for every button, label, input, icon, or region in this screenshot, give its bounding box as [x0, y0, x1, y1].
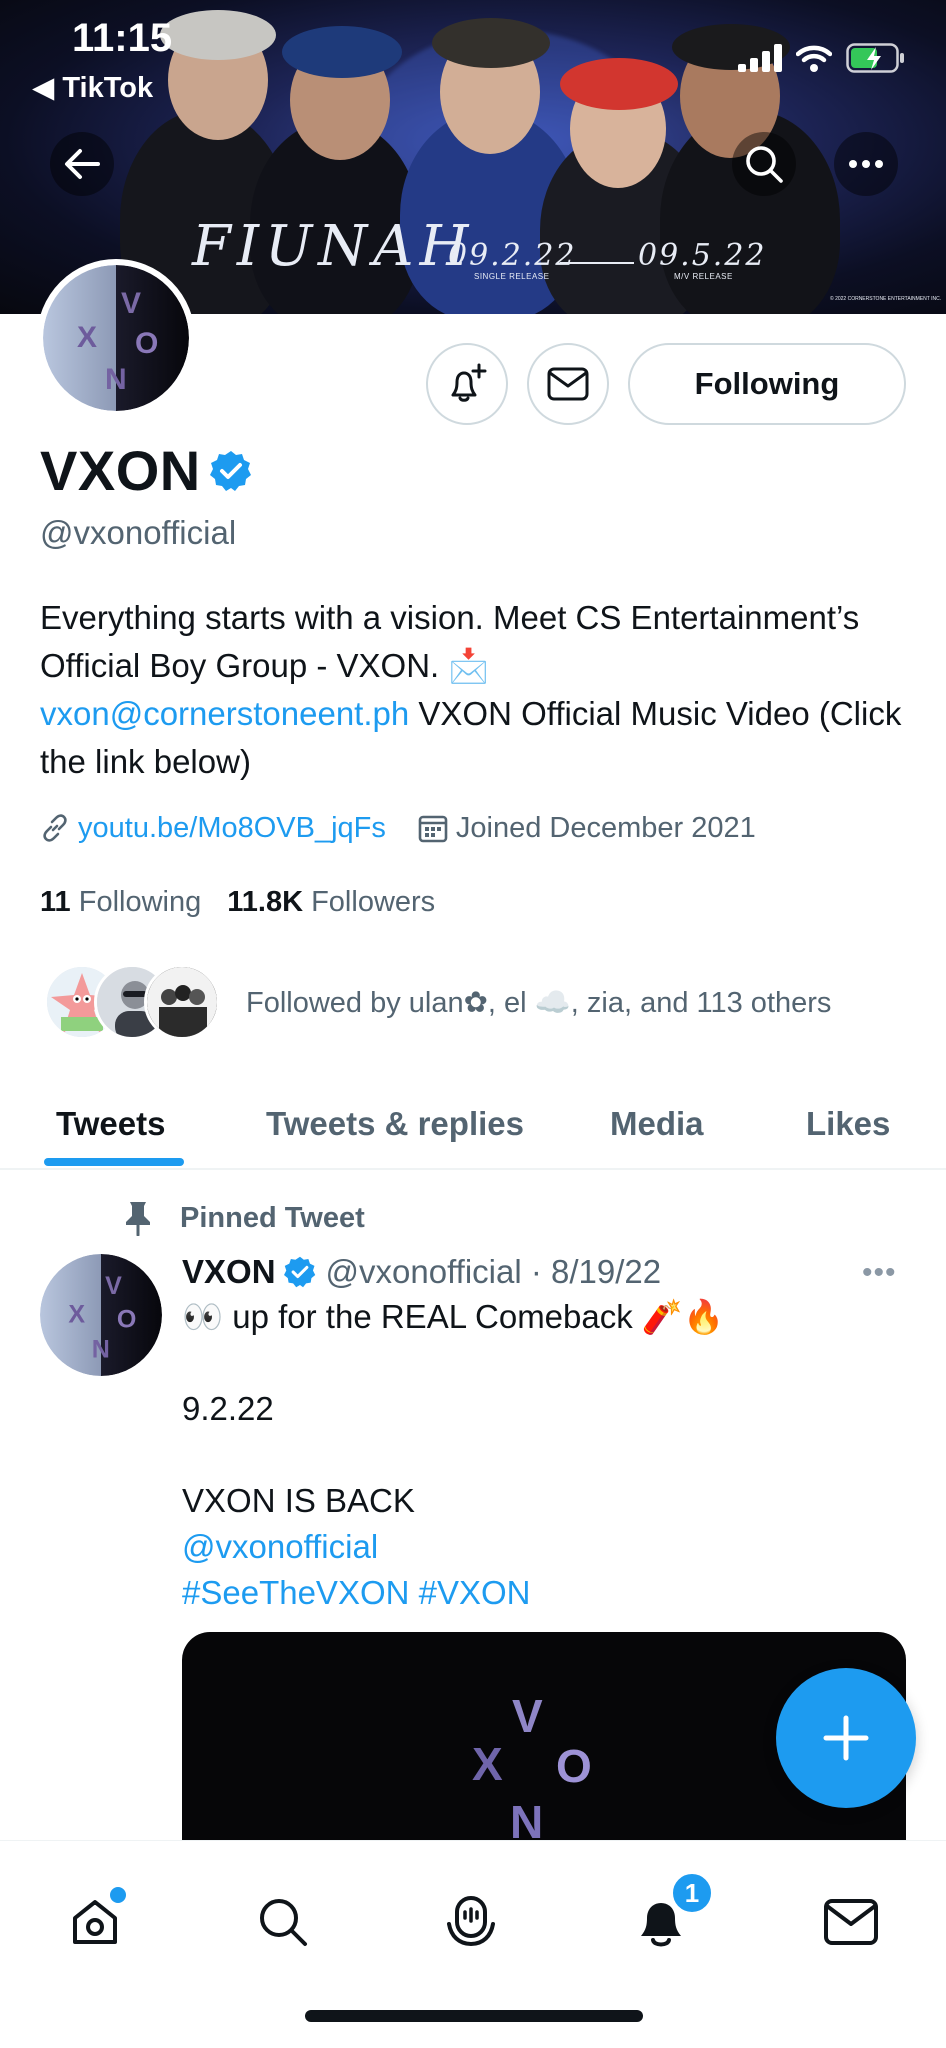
tweet-header: VXON @vxonofficial · 8/19/22	[182, 1250, 661, 1294]
profile-bio: Everything starts with a vision. Meet CS…	[40, 594, 920, 786]
tweet-hashtags[interactable]: #SeeTheVXON #VXON	[182, 1570, 912, 1616]
profile-avatar[interactable]: V X O N	[37, 259, 195, 417]
tab-media[interactable]: Media	[610, 1080, 704, 1168]
notifications-badge: 1	[670, 1871, 714, 1915]
spaces-microphone-icon	[447, 1896, 495, 1947]
back-button[interactable]	[50, 132, 114, 196]
status-icons	[738, 40, 906, 76]
vxon-logo-avatar: V X O N	[43, 265, 189, 411]
more-options-button[interactable]	[834, 132, 898, 196]
joined-date: Joined December 2021	[455, 811, 756, 844]
status-time: 11:15	[72, 16, 173, 60]
follow-counts: 11 Following 11.8K Followers	[40, 882, 435, 922]
nav-spaces[interactable]	[436, 1887, 506, 1957]
nav-home[interactable]	[60, 1887, 130, 1957]
nav-notifications[interactable]: 1	[626, 1871, 714, 1957]
profile-display-name: VXON	[40, 439, 201, 502]
banner-date-single: 09.2.22	[448, 238, 577, 273]
pinned-tweet-label: Pinned Tweet	[180, 1201, 365, 1234]
followed-by-row[interactable]: Followed by ulan✿, el ☁️, zia, and 113 o…	[44, 964, 831, 1040]
profile-tabs: Tweets Tweets & replies Media Likes	[0, 1080, 946, 1170]
search-icon	[260, 1899, 307, 1946]
svg-text:X: X	[68, 1301, 85, 1329]
tab-tweets[interactable]: Tweets	[56, 1080, 165, 1168]
following-count: 11	[40, 885, 71, 918]
group-photo-avatar	[147, 967, 217, 1037]
svg-text:N: N	[105, 363, 127, 396]
svg-text:O: O	[556, 1740, 592, 1792]
tweet-line	[182, 1432, 912, 1478]
tab-likes[interactable]: Likes	[806, 1080, 890, 1168]
tab-tweets-and-replies[interactable]: Tweets & replies	[266, 1080, 524, 1168]
pinned-tweet-label-row: Pinned Tweet	[122, 1198, 365, 1238]
compose-tweet-button[interactable]	[776, 1668, 916, 1808]
nav-messages[interactable]	[816, 1887, 886, 1957]
back-to-app-link[interactable]: ◀ TikTok	[32, 70, 153, 105]
banner-caption-mv: M/V RELEASE	[674, 272, 733, 281]
svg-text:X: X	[472, 1738, 503, 1790]
followers-label: Followers	[311, 885, 436, 918]
home-indicator	[305, 2010, 643, 2022]
svg-text:O: O	[135, 327, 158, 360]
banner-date-mv: 09.5.22	[638, 238, 767, 273]
more-horizontal-icon	[849, 160, 883, 168]
tweet-author-avatar[interactable]: V X O N	[40, 1254, 162, 1376]
banner-copyright: © 2022 CORNERSTONE ENTERTAINMENT INC.	[830, 296, 942, 302]
notifications-subscribe-button[interactable]	[426, 343, 508, 425]
tweet-more-button[interactable]: •••	[862, 1256, 897, 1290]
tweet-handle-date: @vxonofficial · 8/19/22	[325, 1253, 662, 1290]
svg-text:N: N	[510, 1796, 543, 1842]
svg-text:N: N	[92, 1336, 110, 1364]
following-label: Following	[78, 885, 202, 918]
following-button[interactable]: Following	[628, 343, 906, 425]
battery-charging-icon	[846, 43, 904, 73]
search-icon	[746, 146, 783, 183]
profile-website-link[interactable]: youtu.be/Mo8OVB_jqFs	[78, 812, 386, 845]
svg-text:V: V	[121, 287, 141, 320]
envelope-icon	[547, 367, 589, 401]
search-button[interactable]	[732, 132, 796, 196]
tweet-mention-link[interactable]: @vxonofficial	[182, 1524, 912, 1570]
svg-text:V: V	[105, 1272, 122, 1300]
home-unread-dot	[110, 1887, 126, 1903]
wifi-icon	[796, 45, 832, 72]
pin-icon	[126, 1202, 150, 1236]
envelope-icon	[824, 1899, 878, 1945]
arrow-left-icon	[65, 149, 100, 179]
banner-date-line	[560, 262, 634, 264]
tweet-author-name[interactable]: VXON	[182, 1253, 276, 1291]
twitter-profile-screen: FIUNAH 09.2.22 SINGLE RELEASE 09.5.22 M/…	[0, 0, 946, 2048]
plus-icon	[823, 1715, 869, 1761]
follower-avatar	[144, 964, 220, 1040]
followers-count-link[interactable]: 11.8K Followers	[227, 886, 435, 919]
svg-text:O: O	[117, 1306, 136, 1334]
following-count-link[interactable]: 11 Following	[40, 886, 201, 919]
link-icon	[43, 814, 67, 842]
bio-text: Everything starts with a vision. Meet CS…	[40, 599, 860, 684]
tweet-body: 👀 up for the REAL Comeback 🧨🔥 9.2.22 VXO…	[182, 1294, 912, 1616]
tweet-line: 9.2.22	[182, 1390, 274, 1427]
banner-caption-single: SINGLE RELEASE	[474, 272, 550, 281]
followed-by-text: Followed by ulan✿, el ☁️, zia, and 113 o…	[246, 986, 832, 1019]
active-tab-indicator	[44, 1158, 184, 1166]
vxon-logo-avatar: V X O N	[40, 1254, 162, 1376]
banner-title-art: FIUNAH	[192, 214, 475, 279]
verified-badge-icon	[210, 451, 251, 491]
verified-badge-icon	[283, 1256, 315, 1288]
tweet-line: VXON IS BACK	[182, 1482, 415, 1519]
cellular-signal-icon	[738, 44, 782, 72]
tweet-line	[182, 1340, 912, 1386]
profile-handle: @vxonofficial	[40, 514, 237, 551]
bell-plus-icon	[451, 363, 487, 402]
nav-explore[interactable]	[248, 1887, 318, 1957]
calendar-icon	[418, 815, 448, 843]
bio-email-link[interactable]: vxon@cornerstoneent.ph	[40, 695, 409, 732]
followers-count: 11.8K	[227, 885, 304, 918]
svg-text:V: V	[512, 1690, 543, 1742]
tweet-line: 👀 up for the REAL Comeback 🧨🔥	[182, 1298, 725, 1335]
svg-text:X: X	[77, 321, 97, 354]
profile-meta: youtu.be/Mo8OVB_jqFs Joined December 202…	[40, 808, 756, 848]
message-button[interactable]	[527, 343, 609, 425]
